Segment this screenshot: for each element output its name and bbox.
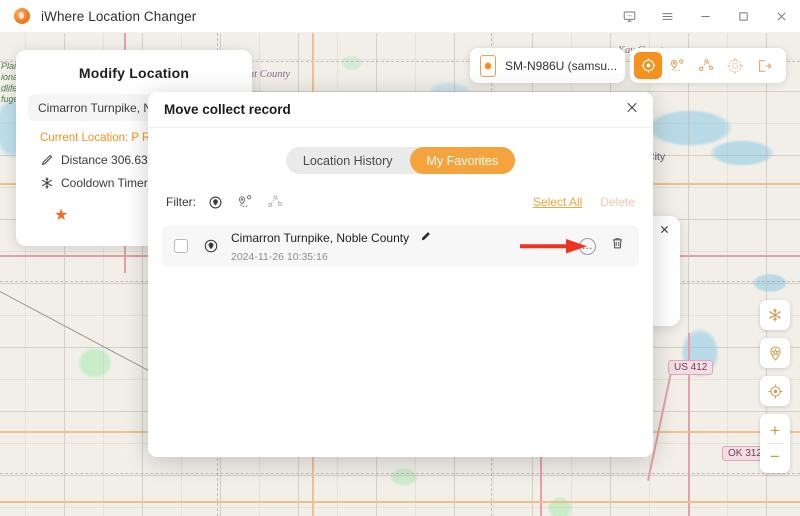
favorites-button[interactable] bbox=[760, 338, 790, 368]
minimize-icon[interactable] bbox=[686, 0, 724, 33]
device-name-label: SM-N986U (samsu... bbox=[505, 58, 618, 73]
dialog-links: Select All Delete bbox=[533, 195, 635, 209]
star-icon[interactable]: ★ bbox=[54, 208, 68, 224]
record-texts: Cimarron Turnpike, Noble County 2024-11-… bbox=[231, 228, 431, 263]
feedback-icon[interactable] bbox=[610, 0, 648, 33]
dialog-header: Move collect record bbox=[148, 92, 653, 128]
exit-button[interactable] bbox=[750, 52, 778, 79]
filter-multi-spot-icon[interactable] bbox=[262, 192, 288, 212]
filter-teleport-icon[interactable] bbox=[202, 192, 228, 212]
app-logo-icon bbox=[14, 8, 30, 24]
zoom-in-button[interactable]: + bbox=[760, 418, 790, 443]
title-bar: iWhere Location Changer bbox=[0, 0, 800, 33]
map-controls: + − bbox=[760, 300, 790, 473]
ruler-icon bbox=[40, 153, 54, 167]
teleport-mode-button[interactable] bbox=[634, 52, 662, 79]
record-actions: … bbox=[579, 236, 625, 256]
app-title: iWhere Location Changer bbox=[41, 8, 197, 24]
record-name-line: Cimarron Turnpike, Noble County bbox=[231, 228, 431, 248]
map-road bbox=[0, 501, 800, 503]
tab-location-history[interactable]: Location History bbox=[286, 147, 410, 174]
dialog-title: Move collect record bbox=[164, 102, 291, 117]
table-row[interactable]: Cimarron Turnpike, Noble County 2024-11-… bbox=[162, 225, 639, 267]
modify-location-title: Modify Location bbox=[78, 65, 190, 81]
cooldown-button[interactable] bbox=[760, 300, 790, 330]
close-icon[interactable] bbox=[659, 224, 670, 237]
filter-row: Filter: Select All Delete bbox=[166, 191, 635, 213]
move-collect-record-dialog: Move collect record Location History My … bbox=[148, 92, 653, 457]
address-value: Cimarron Turnpike, No bbox=[38, 100, 159, 115]
locate-button[interactable] bbox=[760, 376, 790, 406]
snowflake-icon bbox=[40, 176, 54, 190]
location-pin-icon bbox=[202, 237, 220, 255]
red-arrow-annotation bbox=[520, 239, 587, 254]
multi-spot-mode-button[interactable] bbox=[692, 52, 720, 79]
filter-label: Filter: bbox=[166, 195, 196, 209]
dialog-tabs: Location History My Favorites bbox=[285, 147, 516, 174]
delete-link[interactable]: Delete bbox=[600, 195, 635, 209]
record-checkbox[interactable] bbox=[174, 239, 188, 253]
pencil-icon[interactable] bbox=[420, 228, 431, 248]
phone-icon bbox=[480, 54, 496, 77]
window-controls bbox=[610, 0, 800, 32]
joystick-mode-button[interactable] bbox=[721, 52, 749, 79]
tab-my-favorites[interactable]: My Favorites bbox=[409, 147, 516, 174]
select-all-link[interactable]: Select All bbox=[533, 195, 582, 209]
record-list: Cimarron Turnpike, Noble County 2024-11-… bbox=[162, 225, 639, 267]
menu-icon[interactable] bbox=[648, 0, 686, 33]
app-window: iWhere Location Changer Grant County Kay… bbox=[0, 0, 800, 516]
zoom-controls: + − bbox=[760, 414, 790, 473]
dialog-tabs-wrapper: Location History My Favorites bbox=[148, 147, 653, 174]
two-spot-mode-button[interactable] bbox=[663, 52, 691, 79]
device-selector[interactable]: SM-N986U (samsu... bbox=[470, 48, 625, 83]
trash-icon[interactable] bbox=[610, 236, 625, 256]
close-icon[interactable] bbox=[625, 100, 639, 119]
record-name: Cimarron Turnpike, Noble County bbox=[231, 230, 410, 245]
close-icon[interactable] bbox=[762, 0, 800, 33]
zoom-out-button[interactable]: − bbox=[760, 444, 790, 469]
more-options-icon[interactable]: … bbox=[579, 237, 596, 255]
mode-toolbar bbox=[630, 48, 786, 83]
highway-shield: US 412 bbox=[668, 360, 714, 375]
maximize-icon[interactable] bbox=[724, 0, 762, 33]
county-border bbox=[0, 473, 800, 474]
record-timestamp: 2024-11-26 10:35:16 bbox=[231, 250, 328, 263]
filter-two-spot-icon[interactable] bbox=[232, 192, 258, 212]
